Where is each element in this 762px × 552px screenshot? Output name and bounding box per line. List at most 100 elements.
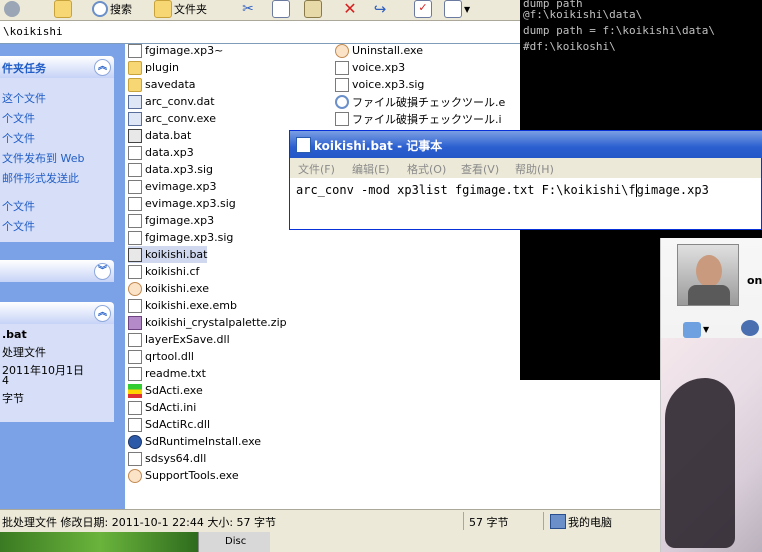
file-name: fgimage.xp3.sig bbox=[145, 231, 234, 244]
taskbar-area bbox=[270, 532, 660, 552]
up-folder-button[interactable] bbox=[54, 0, 72, 18]
avatar-face bbox=[696, 255, 722, 287]
properties-button[interactable]: ✓ bbox=[414, 0, 432, 18]
search-button[interactable]: 搜索 bbox=[92, 0, 132, 18]
zip-file-icon bbox=[128, 315, 142, 330]
file-row[interactable]: data.xp3.sig bbox=[128, 161, 213, 178]
disc-taskbar-item[interactable]: Disc bbox=[198, 532, 271, 552]
file-row[interactable]: fgimage.xp3 bbox=[128, 212, 214, 229]
notepad-titlebar[interactable]: koikishi.bat - 记事本 bbox=[290, 131, 762, 158]
file-row[interactable]: readme.txt bbox=[128, 365, 206, 382]
undo-button[interactable]: ↪ bbox=[372, 0, 388, 18]
menu-file[interactable]: 文件(F) bbox=[298, 161, 335, 177]
details-header[interactable]: ︽ bbox=[0, 302, 114, 324]
task-link[interactable]: 个文件 bbox=[2, 218, 35, 234]
file-row[interactable]: SdRuntimeInstall.exe bbox=[128, 433, 261, 450]
menu-format[interactable]: 格式(O) bbox=[407, 161, 446, 177]
user-icon[interactable] bbox=[741, 320, 759, 336]
file-row[interactable]: Uninstall.exe bbox=[335, 42, 423, 59]
notepad-window[interactable]: koikishi.bat - 记事本 文件(F) 编辑(E) 格式(O) 查看(… bbox=[289, 130, 762, 230]
file-row[interactable]: data.bat bbox=[128, 127, 191, 144]
avatar[interactable] bbox=[677, 244, 739, 306]
undo-arrow-icon: ↪ bbox=[373, 0, 387, 18]
task-link[interactable]: 这个文件 bbox=[2, 90, 46, 106]
file-row[interactable]: evimage.xp3.sig bbox=[128, 195, 236, 212]
folders-button[interactable]: 文件夹 bbox=[154, 0, 207, 18]
other-places-header[interactable]: ︾ bbox=[0, 260, 114, 282]
menu-edit[interactable]: 编辑(E) bbox=[352, 161, 390, 177]
menu-view[interactable]: 查看(V) bbox=[461, 161, 499, 177]
notepad-text: arc_conv -mod xp3list fgimage.txt F:\koi… bbox=[296, 183, 636, 197]
file-row[interactable]: ファイル破損チェックツール.e bbox=[335, 93, 505, 110]
search-icon bbox=[92, 1, 108, 17]
views-button[interactable]: ▼ bbox=[444, 0, 470, 18]
notepad-text-rest: gimage.xp3 bbox=[636, 183, 709, 197]
copy-button[interactable] bbox=[272, 0, 290, 18]
file-name: readme.txt bbox=[145, 367, 206, 380]
notepad-menubar: 文件(F) 编辑(E) 格式(O) 查看(V) 帮助(H) bbox=[290, 158, 761, 178]
collapse-up-icon[interactable]: ︽ bbox=[94, 59, 111, 76]
my-computer-icon bbox=[550, 514, 566, 529]
file-name: koikishi.cf bbox=[145, 265, 200, 278]
file-row[interactable]: koikishi.bat bbox=[128, 246, 208, 263]
file-row[interactable]: evimage.xp3 bbox=[128, 178, 217, 195]
collapse-up-icon[interactable]: ︽ bbox=[94, 305, 111, 322]
mail-icon[interactable] bbox=[683, 322, 701, 338]
doc-file-icon bbox=[128, 417, 142, 432]
doc-file-icon bbox=[128, 298, 142, 313]
file-name: SdRuntimeInstall.exe bbox=[145, 435, 262, 448]
file-row[interactable]: ファイル破損チェックツール.i bbox=[335, 110, 502, 127]
expand-down-icon[interactable]: ︾ bbox=[94, 263, 111, 280]
file-row[interactable]: fgimage.xp3~ bbox=[128, 42, 223, 59]
doc-file-icon bbox=[128, 349, 142, 364]
file-row[interactable]: layerExSave.dll bbox=[128, 331, 230, 348]
file-name: ファイル破損チェックツール.e bbox=[352, 95, 506, 109]
file-row[interactable]: koikishi.exe bbox=[128, 280, 209, 297]
task-link[interactable]: 邮件形式发送此 bbox=[2, 170, 79, 186]
file-row[interactable]: koikishi.exe.emb bbox=[128, 297, 237, 314]
delete-button[interactable]: ✕ bbox=[342, 0, 358, 18]
folders-label: 文件夹 bbox=[174, 3, 207, 16]
character-hair bbox=[665, 378, 735, 548]
notepad-text-area[interactable]: arc_conv -mod xp3list fgimage.txt F:\koi… bbox=[296, 183, 709, 197]
file-row[interactable]: SdActiRc.dll bbox=[128, 416, 210, 433]
task-link[interactable]: 个文件 bbox=[2, 110, 35, 126]
task-link[interactable]: 个文件 bbox=[2, 198, 35, 214]
status-divider bbox=[543, 512, 544, 530]
file-row[interactable]: SdActi.ini bbox=[128, 399, 196, 416]
file-row[interactable]: qrtool.dll bbox=[128, 348, 194, 365]
cut-button[interactable]: ✂ bbox=[240, 0, 256, 18]
status-info: 批处理文件 修改日期: 2011-10-1 22:44 大小: 57 字节 bbox=[2, 516, 277, 529]
file-name: savedata bbox=[145, 78, 196, 91]
doc-file-icon bbox=[128, 264, 142, 279]
details-file-type: 处理文件 bbox=[2, 346, 46, 359]
file-row[interactable]: savedata bbox=[128, 76, 196, 93]
file-row[interactable]: SdActi.exe bbox=[128, 382, 203, 399]
file-row[interactable]: fgimage.xp3.sig bbox=[128, 229, 233, 246]
task-link[interactable]: 文件发布到 Web bbox=[2, 150, 84, 166]
scissors-icon: ✂ bbox=[242, 1, 254, 17]
file-row[interactable]: data.xp3 bbox=[128, 144, 194, 161]
bar-file-icon bbox=[128, 383, 142, 398]
file-row[interactable]: arc_conv.dat bbox=[128, 93, 215, 110]
file-row[interactable]: SupportTools.exe bbox=[128, 467, 239, 484]
file-row[interactable]: arc_conv.exe bbox=[128, 110, 216, 127]
chat-window[interactable]: on ▼ bbox=[660, 238, 762, 552]
back-button[interactable] bbox=[4, 0, 20, 18]
file-row[interactable]: voice.xp3 bbox=[335, 59, 405, 76]
address-bar[interactable]: \koikishi bbox=[0, 21, 520, 44]
file-row[interactable]: plugin bbox=[128, 59, 179, 76]
folder-tasks-header[interactable]: 件夹任务 ︽ bbox=[0, 56, 114, 78]
details-date: 2011年10月1日 bbox=[2, 364, 84, 377]
char-file-icon bbox=[128, 468, 142, 483]
file-row[interactable]: voice.xp3.sig bbox=[335, 76, 424, 93]
task-link[interactable]: 个文件 bbox=[2, 130, 35, 146]
chevron-down-icon[interactable]: ▼ bbox=[703, 325, 709, 334]
paste-button[interactable] bbox=[304, 0, 322, 18]
file-row[interactable]: koikishi_crystalpalette.zip bbox=[128, 314, 287, 331]
file-row[interactable]: sdsys64.dll bbox=[128, 450, 206, 467]
file-row[interactable]: koikishi.cf bbox=[128, 263, 199, 280]
folders-icon bbox=[154, 0, 172, 18]
status-bar: 批处理文件 修改日期: 2011-10-1 22:44 大小: 57 字节 57… bbox=[0, 509, 660, 533]
menu-help[interactable]: 帮助(H) bbox=[515, 161, 554, 177]
